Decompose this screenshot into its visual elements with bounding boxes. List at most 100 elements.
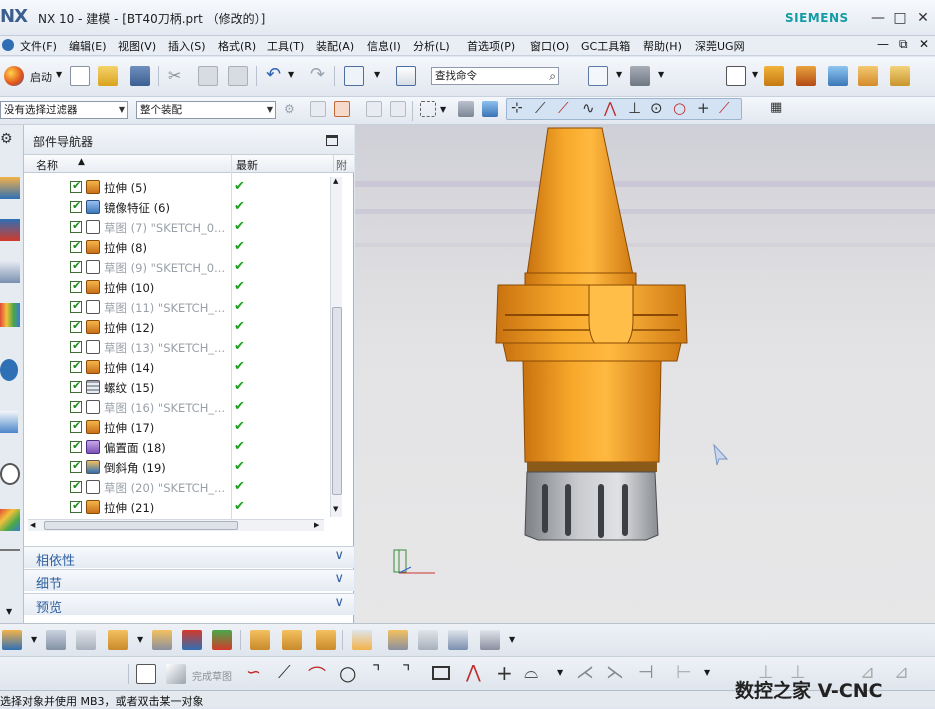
grid-icon[interactable]: ▦: [770, 100, 782, 115]
fit-view-icon[interactable]: [588, 66, 608, 86]
rectangle-icon[interactable]: [432, 666, 450, 680]
arrangement-icon[interactable]: [480, 630, 500, 650]
feature-visibility-checkbox[interactable]: [70, 379, 82, 393]
render-style-dropdown-icon[interactable]: ▼: [658, 70, 664, 79]
doc-restore-button[interactable]: ⧉: [899, 37, 908, 52]
feature-row[interactable]: 螺纹 (15) ✔: [24, 377, 330, 397]
assembly-icon[interactable]: [796, 66, 816, 86]
feature-row[interactable]: 镜像特征 (6) ✔: [24, 197, 330, 217]
start-dropdown-icon[interactable]: ▼: [56, 70, 62, 79]
new-file-icon[interactable]: [70, 66, 90, 86]
open-folder-icon[interactable]: [98, 66, 118, 86]
menu-gc-toolbox[interactable]: GC工具箱: [581, 38, 630, 54]
check-clearance-icon[interactable]: [352, 630, 372, 650]
sheet-icon[interactable]: [726, 66, 746, 86]
assembly-constraint-icon[interactable]: [182, 630, 202, 650]
feature-row[interactable]: 拉伸 (12) ✔: [24, 317, 330, 337]
feature-row[interactable]: 草图 (16) "SKETCH_... ✔: [24, 397, 330, 417]
close-button[interactable]: ✕: [913, 8, 933, 28]
general-select-icon[interactable]: [310, 101, 326, 117]
dimension-icon[interactable]: ⊢: [676, 662, 692, 683]
panel-details[interactable]: 细节 ∨: [24, 569, 354, 592]
feature-visibility-checkbox[interactable]: [70, 319, 82, 333]
app-menu-icon[interactable]: [2, 39, 14, 51]
measure-distance-icon[interactable]: [418, 630, 438, 650]
wave-geometry-icon[interactable]: [282, 630, 302, 650]
arrangement-dropdown-icon[interactable]: ▼: [509, 635, 515, 644]
search-icon[interactable]: ⌕: [549, 68, 556, 84]
assembly-navigator-icon[interactable]: [0, 177, 20, 199]
menu-info[interactable]: 信息(I): [367, 38, 401, 54]
feature-row[interactable]: 拉伸 (8) ✔: [24, 237, 330, 257]
feature-visibility-checkbox[interactable]: [70, 219, 82, 233]
circle-icon[interactable]: ○: [339, 661, 356, 685]
process-studio-icon[interactable]: [0, 549, 20, 561]
menu-insert[interactable]: 插入(S): [168, 38, 206, 54]
sequence-icon[interactable]: [316, 630, 336, 650]
shell-icon[interactable]: [858, 66, 878, 86]
minimize-button[interactable]: —: [868, 8, 888, 28]
relations-browser-icon[interactable]: ⊿: [894, 662, 909, 683]
select-option-icon[interactable]: ⚙: [284, 102, 295, 116]
panel-dependencies[interactable]: 相依性 ∨: [24, 546, 354, 569]
arc-icon[interactable]: ⌒: [308, 662, 326, 688]
assembly-navigator-tool-icon[interactable]: [448, 630, 468, 650]
hd3d-tools-icon[interactable]: [0, 359, 18, 381]
sort-ascending-icon[interactable]: ▲: [78, 157, 85, 167]
menu-tools[interactable]: 工具(T): [267, 38, 304, 54]
sheet-body-filter-icon[interactable]: [482, 101, 498, 117]
web-browser-icon[interactable]: [0, 411, 18, 433]
menu-format[interactable]: 格式(R): [218, 38, 256, 54]
feature-row[interactable]: 草图 (7) "SKETCH_0... ✔: [24, 217, 330, 237]
chamfer-icon[interactable]: ⌝: [402, 662, 410, 683]
move-component-icon[interactable]: [152, 630, 172, 650]
part-navigator-icon[interactable]: [0, 261, 20, 283]
feature-visibility-checkbox[interactable]: [70, 459, 82, 473]
assembly-tool-dropdown-icon[interactable]: ▼: [31, 635, 37, 644]
menu-edit[interactable]: 编辑(E): [69, 38, 107, 54]
menu-help[interactable]: 帮助(H): [643, 38, 682, 54]
feature-row[interactable]: 拉伸 (5) ✔: [24, 177, 330, 197]
scroll-thumb[interactable]: [332, 307, 342, 495]
polygon-icon[interactable]: ⋀: [466, 662, 481, 683]
offset-curve-icon[interactable]: ⌓: [524, 662, 538, 683]
start-icon[interactable]: [4, 66, 24, 86]
selection-filter-select[interactable]: 没有选择过滤器 ▼: [0, 101, 128, 119]
feature-visibility-checkbox[interactable]: [70, 199, 82, 213]
quick-extend-icon[interactable]: ⋋: [606, 662, 624, 683]
curve-rule-icon[interactable]: [366, 101, 382, 117]
menu-analysis[interactable]: 分析(L): [413, 38, 450, 54]
array-component-dropdown-icon[interactable]: ▼: [137, 635, 143, 644]
horizontal-scroll-thumb[interactable]: [44, 521, 238, 530]
feature-visibility-checkbox[interactable]: [70, 239, 82, 253]
feature-visibility-checkbox[interactable]: [70, 439, 82, 453]
feature-row[interactable]: 拉伸 (17) ✔: [24, 417, 330, 437]
feature-row[interactable]: 草图 (9) "SKETCH_0... ✔: [24, 257, 330, 277]
scroll-up-icon[interactable]: ▲: [333, 177, 338, 185]
feature-select-icon[interactable]: [334, 101, 350, 117]
redo-icon[interactable]: ↷: [310, 64, 325, 85]
window-dropdown-icon[interactable]: ▼: [374, 70, 380, 79]
dimension-dropdown-icon[interactable]: ▼: [704, 668, 710, 677]
feature-row[interactable]: 草图 (13) "SKETCH_... ✔: [24, 337, 330, 357]
scroll-left-icon[interactable]: ◀: [30, 521, 35, 529]
block-icon[interactable]: [828, 66, 848, 86]
feature-row[interactable]: 拉伸 (21) ✔: [24, 497, 330, 517]
cut-icon[interactable]: ✂: [168, 66, 181, 85]
fit-view-dropdown-icon[interactable]: ▼: [616, 70, 622, 79]
copy-icon[interactable]: [198, 66, 218, 86]
scroll-down-icon[interactable]: ▼: [333, 505, 338, 513]
sheet-dropdown-icon[interactable]: ▼: [752, 70, 758, 79]
menu-file[interactable]: 文件(F): [20, 38, 57, 54]
menu-view[interactable]: 视图(V): [118, 38, 156, 54]
rail-scroll-down-icon[interactable]: ▼: [6, 607, 12, 616]
save-icon[interactable]: [130, 66, 150, 86]
part-icon[interactable]: [764, 66, 784, 86]
panel-preview[interactable]: 预览 ∨: [24, 593, 354, 616]
column-latest[interactable]: 最新: [236, 157, 258, 173]
solid-filter-icon[interactable]: [458, 101, 474, 117]
undo-icon[interactable]: ↶: [266, 64, 281, 85]
point-icon[interactable]: +: [496, 661, 513, 685]
exploded-view-icon[interactable]: [250, 630, 270, 650]
maximize-panel-icon[interactable]: [326, 135, 338, 146]
